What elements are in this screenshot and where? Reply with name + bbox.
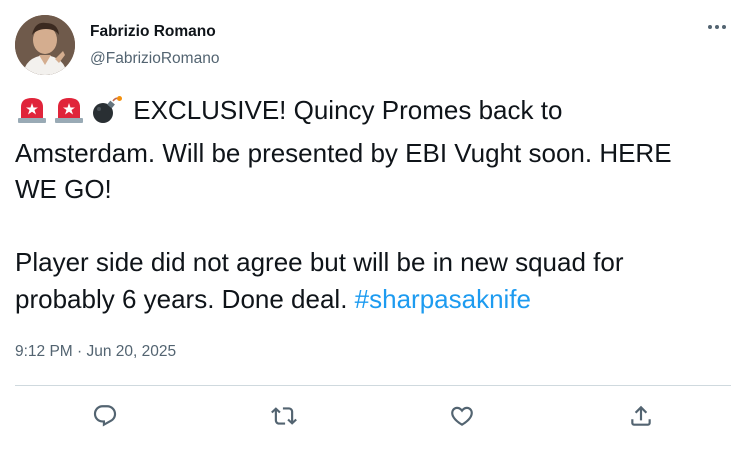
avatar[interactable] — [15, 15, 75, 75]
police-siren-emoji — [52, 95, 86, 135]
author-name[interactable]: Fabrizio Romano — [90, 23, 216, 41]
tweet-timestamp[interactable]: 9:12 PM · Jun 20, 2025 — [15, 343, 176, 361]
divider — [15, 385, 731, 386]
share-button[interactable] — [626, 401, 656, 431]
like-icon — [451, 406, 473, 426]
like-button[interactable] — [447, 401, 477, 431]
tweet-text-line-1: EXCLUSIVE! Quincy Promes back to — [133, 95, 563, 125]
tweet-text-line-4: Player side did not agree but will be in… — [15, 247, 624, 277]
tweet-text: EXCLUSIVE! Quincy Promes back to Amsterd… — [15, 92, 730, 317]
tweet-text-line-5: probably 6 years. Done deal. — [15, 283, 355, 314]
more-options-button[interactable] — [704, 14, 730, 40]
retweet-icon — [271, 407, 297, 425]
reply-icon — [93, 405, 117, 427]
tweet-card: Fabrizio Romano @FabrizioRomano EXCLUSIV… — [0, 0, 746, 461]
bomb-emoji — [89, 95, 123, 135]
more-dots-icon — [708, 25, 726, 29]
tweet-text-line-2: Amsterdam. Will be presented by EBI Vugh… — [15, 137, 672, 168]
hashtag-link[interactable]: #sharpasaknife — [355, 284, 531, 314]
tweet-text-line-3: WE GO! — [15, 174, 112, 204]
retweet-button[interactable] — [269, 401, 299, 431]
reply-button[interactable] — [90, 401, 120, 431]
police-siren-emoji — [15, 95, 49, 135]
share-icon — [631, 405, 651, 426]
avatar-image — [15, 15, 75, 75]
author-handle[interactable]: @FabrizioRomano — [90, 50, 219, 68]
